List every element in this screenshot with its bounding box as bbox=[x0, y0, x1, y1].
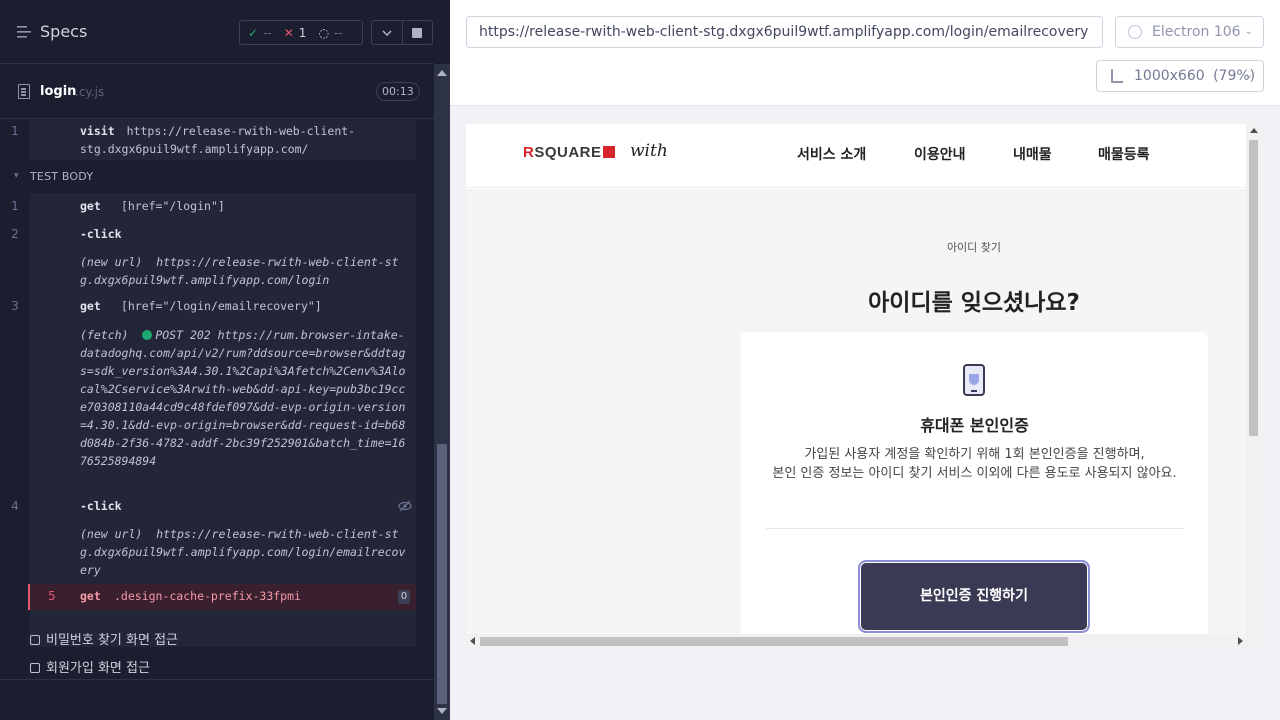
command-get-emailrecovery[interactable]: 3 get [href="/login/emailrecovery"] bbox=[11, 297, 416, 315]
test-stats: ✓ -- ✕ 1 ◌ -- bbox=[239, 20, 363, 45]
scrollbar-thumb[interactable] bbox=[1249, 140, 1258, 436]
card-description: 가입된 사용자 계정을 확인하기 위해 1회 본인인증을 진행하며, 본인 인증… bbox=[772, 447, 1177, 481]
command-click-2[interactable]: 4 -click bbox=[11, 497, 416, 515]
rsquare-logo[interactable]: RSQUARE bbox=[523, 144, 615, 161]
spec-file-header: login .cy.js 00:13 bbox=[0, 65, 434, 119]
nav-register-listing[interactable]: 매물등록 bbox=[1098, 144, 1150, 164]
ruler-icon bbox=[1111, 69, 1123, 83]
test-signup[interactable]: 회원가입 화면 접근 bbox=[30, 657, 150, 676]
cypress-runner-panel: Specs ✓ -- ✕ 1 ◌ -- login .cy.js 00:13 1 vi… bbox=[0, 0, 450, 720]
specs-title[interactable]: Specs bbox=[40, 22, 87, 41]
failed-command-get[interactable]: 5 get .design-cache-prefix-33fpmi 0 bbox=[28, 584, 416, 610]
command-log-scrollbar[interactable] bbox=[434, 64, 450, 720]
spec-file-name[interactable]: login bbox=[40, 84, 76, 99]
command-new-url[interactable]: (new url) https://release-rwith-web-clie… bbox=[30, 253, 416, 289]
command-click[interactable]: 2 -click bbox=[11, 225, 416, 243]
chevron-down-icon: ⌄ bbox=[1244, 26, 1253, 37]
specs-list-icon[interactable] bbox=[17, 25, 31, 39]
eye-off-icon[interactable] bbox=[398, 499, 412, 513]
element-count-badge: 0 bbox=[398, 590, 410, 604]
aut-vertical-scrollbar[interactable] bbox=[1246, 124, 1261, 636]
command-visit[interactable]: 1 visit https://release-rwith-web-client-… bbox=[11, 120, 416, 160]
chevron-down-icon: ▾ bbox=[14, 171, 19, 181]
verification-card: 휴대폰 본인인증 가입된 사용자 계정을 확인하기 위해 1회 본인인증을 진행… bbox=[741, 332, 1208, 648]
command-get-login[interactable]: 1 get [href="/login"] bbox=[11, 197, 416, 215]
scroll-left-icon[interactable] bbox=[470, 637, 475, 645]
aut-horizontal-scrollbar[interactable] bbox=[466, 634, 1261, 648]
x-icon: ✕ bbox=[283, 25, 294, 40]
command-new-url-2[interactable]: (new url) https://release-rwith-web-clie… bbox=[30, 525, 416, 579]
app-under-test-frame: RSQUARE with 서비스 소개 이용안내 내매물 매물등록 아이디 찾기… bbox=[466, 124, 1261, 648]
scrollbar-thumb[interactable] bbox=[437, 444, 447, 704]
logo-with[interactable]: with bbox=[630, 141, 668, 161]
phone-verify-icon bbox=[963, 364, 985, 396]
site-header: RSQUARE with 서비스 소개 이용안내 내매물 매물등록 bbox=[466, 124, 1246, 188]
pending-count: ◌ -- bbox=[318, 25, 343, 40]
start-verification-button[interactable]: 본인인증 진행하기 bbox=[858, 560, 1090, 633]
viewport-info[interactable]: 1000x660 (79%) ⌄ bbox=[1096, 60, 1264, 92]
stop-icon bbox=[412, 27, 423, 38]
page-content: 아이디 찾기 아이디를 잊으셨나요? 휴대폰 본인인증 가입된 사용자 계정을 … bbox=[466, 189, 1246, 648]
runner-footer bbox=[0, 679, 434, 720]
scrollbar-thumb[interactable] bbox=[480, 637, 1068, 646]
test-status-icon bbox=[30, 663, 40, 673]
test-status-icon bbox=[30, 635, 40, 645]
scroll-up-icon[interactable] bbox=[437, 70, 447, 76]
nav-service-intro[interactable]: 서비스 소개 bbox=[797, 144, 866, 164]
run-controls bbox=[371, 20, 433, 45]
electron-icon bbox=[1128, 25, 1142, 39]
pending-icon: ◌ bbox=[318, 25, 329, 40]
url-field[interactable]: https://release-rwith-web-client-stg.dxg… bbox=[466, 16, 1103, 48]
failed-count: ✕ 1 bbox=[283, 25, 307, 40]
aut-panel: https://release-rwith-web-client-stg.dxg… bbox=[450, 0, 1280, 720]
browser-select[interactable]: Electron 106 ⌄ bbox=[1115, 16, 1264, 48]
command-fetch[interactable]: (fetch) POST 202 https://rum.browser-int… bbox=[30, 326, 416, 470]
status-dot bbox=[142, 330, 153, 340]
page-eyebrow: 아이디 찾기 bbox=[946, 241, 1002, 254]
stop-button[interactable] bbox=[401, 21, 433, 44]
divider bbox=[766, 528, 1183, 529]
run-duration: 00:13 bbox=[376, 82, 420, 101]
chevron-down-icon: ⌄ bbox=[1244, 70, 1253, 81]
aut-toolbar: https://release-rwith-web-client-stg.dxg… bbox=[450, 0, 1280, 106]
scroll-up-icon[interactable] bbox=[1250, 128, 1258, 133]
test-body-section[interactable]: ▾ TEST BODY bbox=[14, 170, 93, 183]
passed-count: ✓ -- bbox=[248, 25, 272, 40]
check-icon: ✓ bbox=[248, 25, 259, 40]
nav-guide[interactable]: 이용안내 bbox=[914, 144, 966, 164]
specs-header: Specs ✓ -- ✕ 1 ◌ -- bbox=[0, 0, 434, 64]
file-icon bbox=[18, 84, 30, 99]
test-password-recovery[interactable]: 비밀번호 찾기 화면 접근 bbox=[30, 629, 178, 648]
card-title: 휴대폰 본인인증 bbox=[920, 416, 1029, 435]
nav-my-listings[interactable]: 내매물 bbox=[1013, 144, 1052, 164]
scroll-right-icon[interactable] bbox=[1238, 637, 1243, 645]
spec-file-ext: .cy.js bbox=[75, 85, 105, 99]
page-title: 아이디를 잊으셨나요? bbox=[868, 290, 1080, 316]
scroll-down-icon[interactable] bbox=[437, 708, 447, 714]
chevron-down-icon[interactable] bbox=[372, 21, 402, 44]
command-log: 1 visit https://release-rwith-web-client-… bbox=[0, 120, 434, 680]
